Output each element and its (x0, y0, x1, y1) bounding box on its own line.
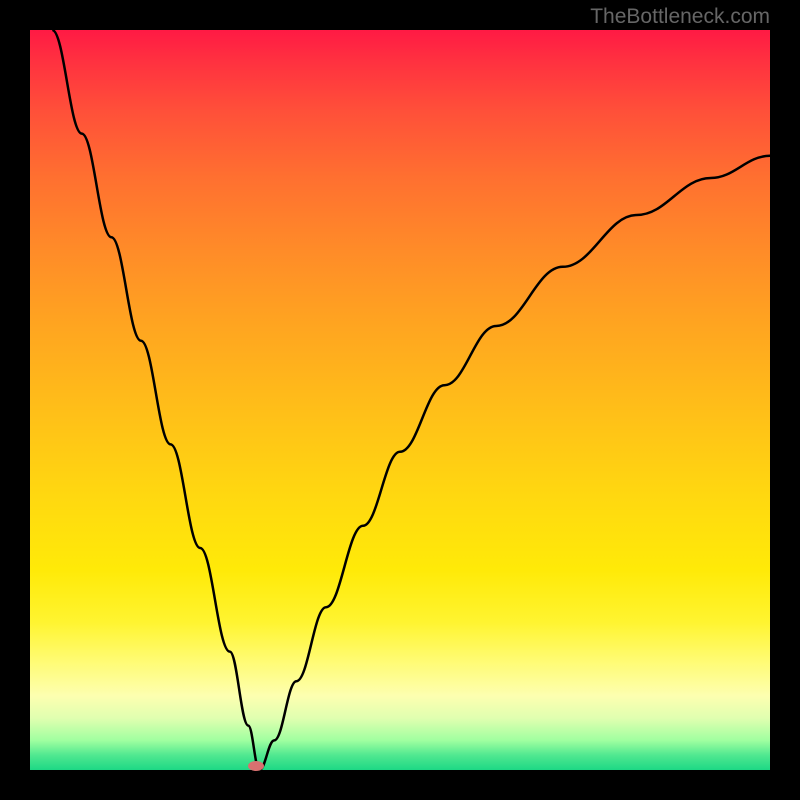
chart-plot-area (30, 30, 770, 770)
bottleneck-curve (30, 30, 770, 770)
watermark-text: TheBottleneck.com (590, 5, 770, 29)
optimal-point-marker (248, 761, 264, 771)
